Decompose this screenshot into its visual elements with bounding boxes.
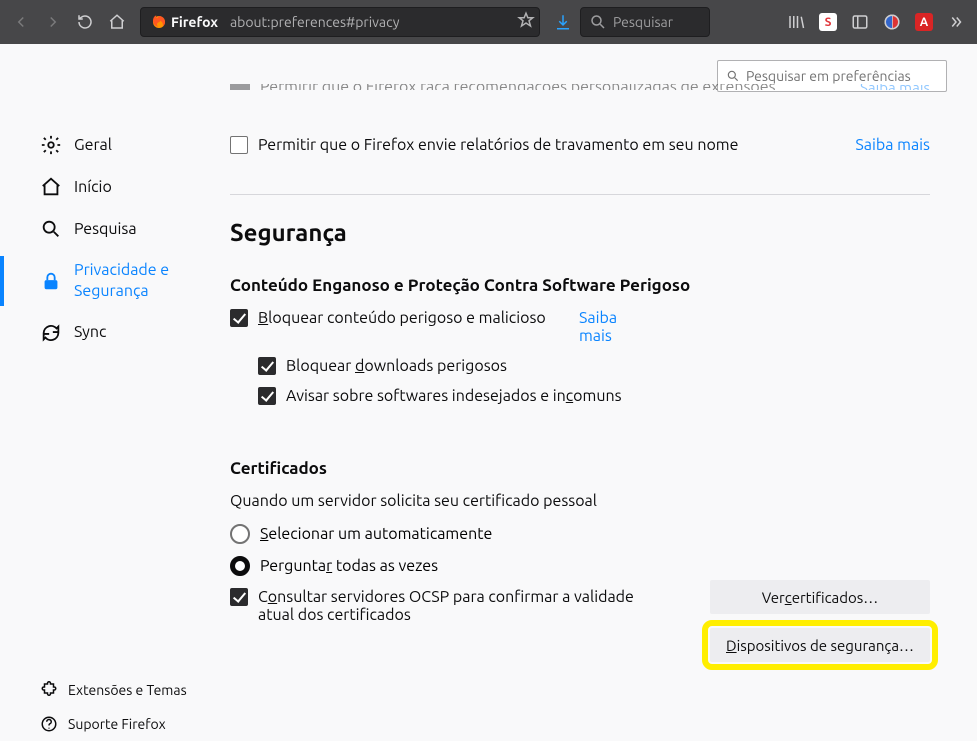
preferences-sidebar: Geral Início Pesquisa Privacidade e Segu… — [0, 44, 230, 741]
sidebar-footer-label: Extensões e Temas — [68, 682, 187, 698]
sidebar-footer-extensoes[interactable]: Extensões e Temas — [0, 673, 230, 707]
ocsp-checkbox[interactable] — [230, 588, 248, 606]
sidebar-footer-suporte[interactable]: Suporte Firefox — [0, 707, 230, 741]
cert-select-auto-radio[interactable]: Selecionar um automaticamente — [230, 524, 690, 544]
nav-forward-button[interactable] — [38, 7, 68, 37]
sync-icon — [40, 322, 62, 344]
sidebar-item-geral[interactable]: Geral — [0, 124, 230, 166]
sidebar-item-inicio[interactable]: Início — [0, 166, 230, 208]
certificates-desc: Quando um servidor solicita seu certific… — [230, 492, 930, 510]
sidebar-item-label: Início — [74, 177, 112, 198]
sidebar-item-sync[interactable]: Sync — [0, 312, 230, 354]
library-button[interactable] — [781, 7, 811, 37]
radio-icon — [230, 556, 250, 576]
ext-s-icon[interactable]: S — [813, 7, 843, 37]
puzzle-icon — [40, 681, 58, 699]
sidebar-item-label: Privacidade e Segurança — [74, 260, 220, 302]
block-dangerous-label: Bloquear conteúdo perigoso e malicioso — [258, 309, 561, 327]
sidebar-toggle-icon[interactable] — [845, 7, 875, 37]
search-icon — [40, 218, 62, 240]
preferences-page: Pesquisar em preferências Geral Início P… — [0, 44, 977, 741]
cutoff-link: Saiba mais — [860, 84, 930, 90]
ext-sg-icon[interactable] — [877, 7, 907, 37]
chrome-search-placeholder: Pesquisar — [613, 14, 673, 30]
lock-icon — [40, 270, 62, 292]
bookmark-star-icon[interactable] — [517, 11, 535, 33]
nav-reload-button[interactable] — [70, 7, 100, 37]
sidebar-item-pesquisa[interactable]: Pesquisa — [0, 208, 230, 250]
gear-icon — [40, 134, 62, 156]
nav-home-button[interactable] — [102, 7, 132, 37]
browser-toolbar: Firefox about:preferences#privacy Pesqui… — [0, 0, 977, 44]
chrome-search-bar[interactable]: Pesquisar — [580, 7, 710, 37]
identity-firefox-badge: Firefox — [145, 12, 224, 32]
certificates-heading: Certificados — [230, 459, 930, 478]
sidebar-item-label: Sync — [74, 322, 106, 343]
cert-ask-every-radio[interactable]: Perguntar todas as vezes — [230, 556, 690, 576]
url-text: about:preferences#privacy — [230, 14, 511, 30]
ext-a-icon[interactable]: A — [909, 7, 939, 37]
preferences-search-placeholder: Pesquisar em preferências — [746, 68, 911, 84]
cutoff-text: Permitir que o Firefox faça recomendaçõe… — [260, 84, 776, 90]
view-certificates-button[interactable]: Ver certificados… — [710, 580, 930, 614]
overflow-menu-button[interactable] — [941, 7, 971, 37]
home-icon — [40, 176, 62, 198]
nav-back-button[interactable] — [6, 7, 36, 37]
preferences-main: Permitir que o Firefox faça recomendaçõe… — [230, 44, 977, 741]
block-dangerous-learn-more-link[interactable]: Saiba mais — [579, 309, 617, 345]
help-icon — [40, 715, 58, 733]
section-divider — [230, 194, 930, 195]
sidebar-item-label: Pesquisa — [74, 219, 137, 240]
block-downloads-checkbox[interactable] — [258, 357, 276, 375]
crash-reports-label: Permitir que o Firefox envie relatórios … — [258, 136, 845, 154]
ocsp-label: Consultar servidores OCSP para confirmar… — [258, 588, 638, 624]
security-heading: Segurança — [230, 219, 930, 246]
block-dangerous-checkbox[interactable] — [230, 309, 248, 327]
cert-select-auto-label: Selecionar um automaticamente — [260, 525, 492, 543]
sidebar-item-label: Geral — [74, 135, 112, 156]
deceptive-content-heading: Conteúdo Enganoso e Proteção Contra Soft… — [230, 276, 930, 295]
cert-ask-every-label: Perguntar todas as vezes — [260, 557, 438, 575]
block-downloads-label: Bloquear downloads perigosos — [286, 357, 930, 375]
crash-reports-learn-more-link[interactable]: Saiba mais — [855, 136, 930, 154]
identity-label: Firefox — [171, 14, 218, 30]
warn-unwanted-checkbox[interactable] — [258, 387, 276, 405]
security-devices-button[interactable]: Dispositivos de segurança… — [710, 628, 930, 662]
radio-icon — [230, 524, 250, 544]
downloads-button[interactable] — [548, 7, 578, 37]
cutoff-checkbox — [230, 84, 250, 90]
crash-reports-checkbox[interactable] — [230, 136, 248, 154]
sidebar-footer-label: Suporte Firefox — [68, 716, 166, 732]
toolbar-right-icons: S A — [781, 7, 971, 37]
warn-unwanted-label: Avisar sobre softwares indesejados e inc… — [286, 387, 930, 405]
sidebar-item-privacidade[interactable]: Privacidade e Segurança — [0, 250, 230, 312]
url-bar[interactable]: Firefox about:preferences#privacy — [140, 7, 540, 37]
